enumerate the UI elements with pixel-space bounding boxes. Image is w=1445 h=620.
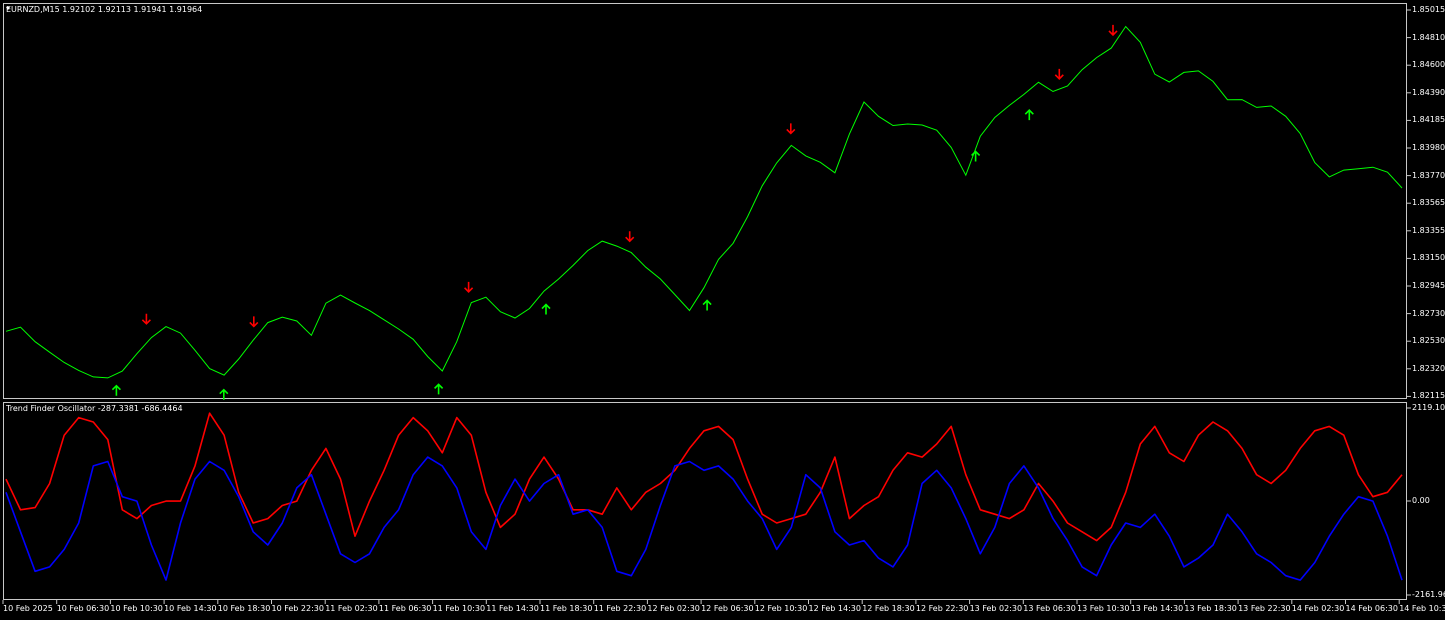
sell-arrow-icon: [141, 313, 151, 325]
price-axis-label: 1.82945: [1412, 281, 1445, 290]
buy-arrow-icon: [702, 299, 712, 311]
price-axis-label: 1.82320: [1412, 363, 1445, 373]
sell-arrow-icon: [249, 316, 259, 328]
time-axis-label: 12 Feb 18:30: [862, 604, 915, 613]
time-axis-label: 13 Feb 06:30: [1023, 604, 1076, 613]
time-axis-label: 11 Feb 14:30: [486, 604, 539, 613]
time-axis-label: 12 Feb 10:30: [754, 604, 808, 613]
price-axis-label: 1.84600: [1412, 60, 1445, 70]
sell-arrow-icon: [464, 281, 474, 293]
time-axis-label: 12 Feb 06:30: [701, 604, 754, 613]
time-axis-label: 10 Feb 18:30: [217, 604, 271, 613]
time-axis-label: 12 Feb 22:30: [915, 604, 969, 613]
time-axis-label: 13 Feb 18:30: [1184, 604, 1237, 613]
oscillator-axis-label: 0.00: [1412, 496, 1430, 505]
price-axis-label: 1.84185: [1412, 115, 1445, 125]
time-axis-label: 10 Feb 10:30: [110, 604, 163, 613]
buy-arrow-icon: [1024, 109, 1034, 121]
price-axis-label: 1.83565: [1412, 198, 1445, 208]
sell-arrow-icon: [1054, 68, 1064, 80]
time-axis-label: 11 Feb 02:30: [325, 604, 378, 613]
time-axis-label: 13 Feb 10:30: [1077, 604, 1130, 613]
time-axis-label: 12 Feb 02:30: [647, 604, 700, 613]
oscillator-axis-label: -2161.96: [1412, 590, 1445, 599]
sell-arrow-icon: [1108, 24, 1118, 37]
time-axis-label: 10 Feb 2025: [3, 604, 53, 613]
price-axis-label: 1.85015: [1412, 5, 1445, 14]
buy-arrow-icon: [541, 303, 551, 315]
time-axis-label: 10 Feb 06:30: [56, 604, 110, 613]
price-axis-label: 1.84390: [1412, 87, 1445, 97]
oscillator-axis-label: 2119.10: [1412, 403, 1445, 412]
buy-arrow-icon: [219, 388, 229, 400]
oscillator-slow-line: [5, 456, 1403, 581]
price-axis-label: 1.83355: [1412, 225, 1445, 235]
oscillator-axis: 2119.10 0.00 -2161.96: [1408, 400, 1445, 605]
chart-canvas: [2, 7, 1411, 604]
price-axis-label: 1.84810: [1412, 32, 1445, 42]
sell-arrow-icon: [786, 123, 796, 135]
price-axis-label: 1.83150: [1412, 253, 1445, 263]
price-axis-label: 1.82730: [1412, 308, 1445, 318]
time-axis-label: 13 Feb 14:30: [1130, 604, 1184, 613]
time-axis-label: 14 Feb 02:30: [1291, 604, 1345, 613]
price-line: [5, 25, 1403, 379]
price-axis-label: 1.82530: [1412, 336, 1445, 346]
price-axis-label: 1.83980: [1412, 143, 1445, 152]
time-axis-label: 13 Feb 02:30: [969, 604, 1023, 613]
menu-triangle-icon: [6, 7, 10, 10]
time-axis-label: 14 Feb 10:30: [1399, 604, 1445, 613]
oscillator-fast-line: [5, 412, 1403, 542]
time-axis: 10 Feb 2025 10 Feb 06:30 10 Feb 10:30 10 Fe…: [0, 603, 1445, 620]
time-axis-label: 13 Feb 22:30: [1238, 604, 1291, 613]
time-axis-label: 11 Feb 18:30: [540, 604, 593, 613]
time-axis-label: 11 Feb 06:30: [378, 604, 432, 613]
time-axis-label: 10 Feb 22:30: [271, 604, 324, 613]
time-axis-label: 11 Feb 22:30: [593, 604, 647, 613]
sell-arrow-icon: [625, 231, 635, 243]
time-axis-label: 11 Feb 10:30: [432, 604, 486, 613]
price-axis-label: 1.83770: [1412, 170, 1445, 180]
time-axis-label: 12 Feb 14:30: [808, 604, 861, 613]
price-axis: 1.85015 1.84810 1.84600 1.84390 1.84185 1.839…: [1408, 0, 1445, 400]
time-axis-label: 14 Feb 06:30: [1345, 604, 1398, 613]
buy-arrow-icon: [434, 383, 444, 395]
buy-arrow-icon: [111, 384, 121, 396]
time-axis-label: 10 Feb 14:30: [164, 604, 217, 613]
